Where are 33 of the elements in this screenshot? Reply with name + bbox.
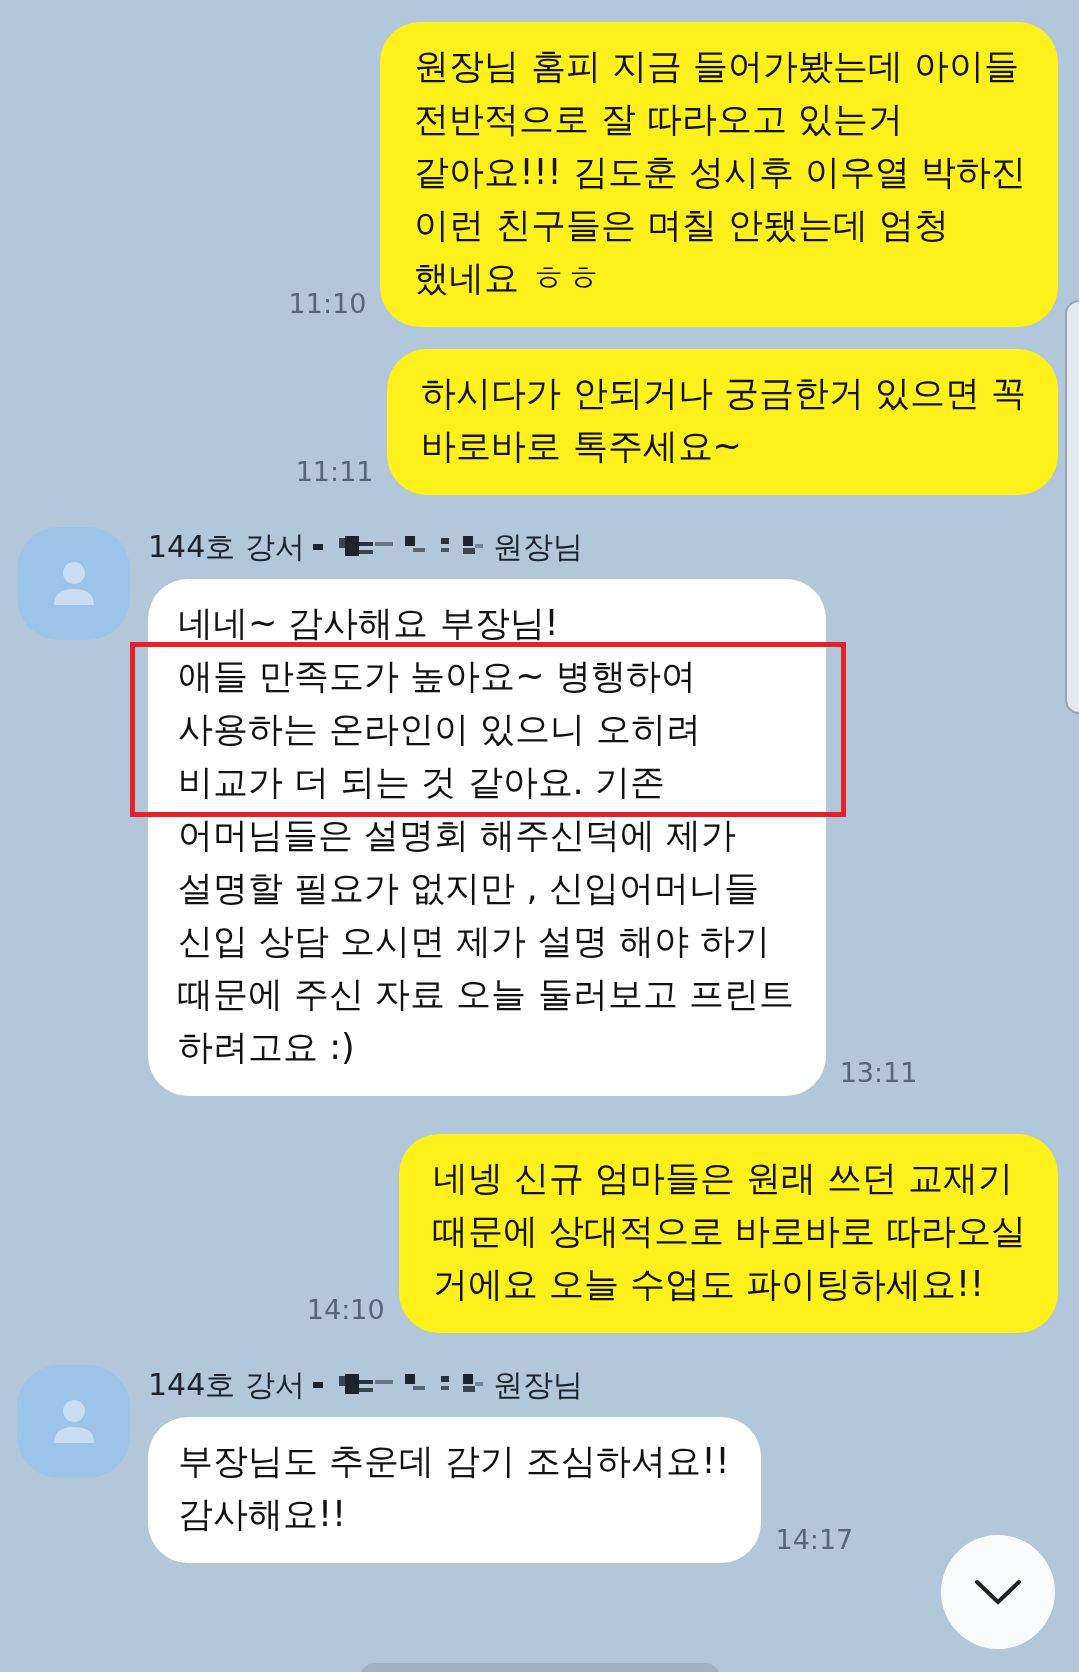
message-time: 14:17 (775, 1524, 854, 1557)
message-text: 같아요!!! 김도훈 성시후 이우열 박하진 (414, 151, 1026, 194)
message-text: 비교가 더 되는 것 같아요. 기존 (178, 761, 666, 804)
message-time: 11:10 (288, 288, 367, 321)
sender-name: 144호 강서 (148, 1365, 305, 1404)
message-text: 네네~ 감사해요 부장님! (178, 602, 560, 645)
message-text: 이런 친구들은 며칠 안됐는데 엄청 (414, 204, 950, 247)
message-text: 사용하는 온라인이 있으니 오히려 (178, 708, 703, 751)
message-text: 거에요 오늘 수업도 파이팅하세요!! (432, 1263, 986, 1306)
message-text: 설명할 필요가 없지만 , 신입어머니들 (178, 867, 760, 910)
message-text: 부장님도 추운데 감기 조심하셔요!! (178, 1440, 730, 1483)
message-text: 했네요 ㅎㅎ (414, 257, 602, 300)
sender-name: 144호 강서 (148, 527, 305, 566)
message-text: 때문에 주신 자료 오늘 둘러보고 프린트 (178, 973, 794, 1016)
chevron-down-icon (973, 1577, 1023, 1607)
message-time: 13:11 (839, 1057, 918, 1090)
message-text: 전반적으로 잘 따라오고 있는거 (414, 98, 904, 141)
message-text: 애들 만족도가 높아요~ 병행하여 (178, 655, 697, 698)
message-text: 때문에 상대적으로 바로바로 따라오실 (432, 1210, 1026, 1253)
sender-name: 원장님 (492, 527, 583, 566)
message-text: 원장님 홈피 지금 들어가봤는데 아이들 (414, 45, 1020, 88)
message-text: 감사해요!! (178, 1493, 348, 1536)
message-text: 어머님들은 설명회 해주신덕에 제가 (178, 814, 738, 857)
avatar-icon[interactable] (17, 1365, 130, 1478)
message-text: 네넹 신규 엄마들은 원래 쓰던 교재기 (432, 1157, 1015, 1200)
message-text: 하시다가 안되거나 궁금한거 있으면 꼭 (421, 372, 1026, 415)
avatar-icon[interactable] (17, 527, 130, 640)
message-time: 14:10 (306, 1294, 385, 1327)
message-text: 신입 상담 오시면 제가 설명 해야 하기 (178, 920, 771, 963)
message-text: 바로바로 톡주세요~ (421, 425, 743, 468)
message-text: 하려고요 :) (178, 1026, 356, 1069)
message-time: 11:11 (295, 456, 374, 489)
sender-name: 원장님 (492, 1365, 583, 1404)
